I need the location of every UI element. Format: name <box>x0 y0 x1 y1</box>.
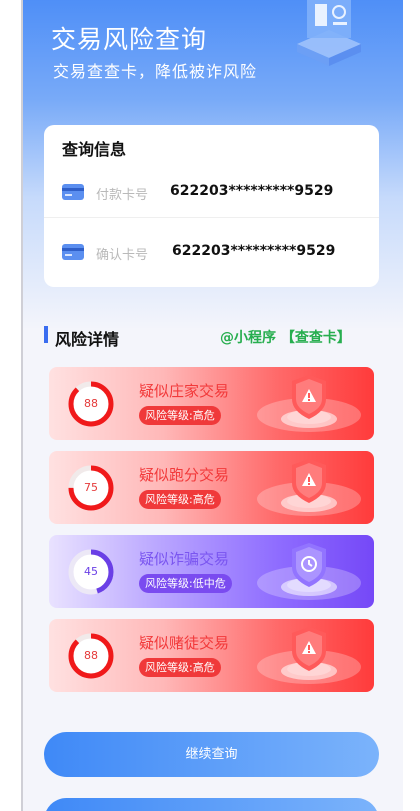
risk-level-badge: 风险等级:高危 <box>139 406 221 425</box>
risk-score-value: 75 <box>84 481 98 494</box>
continue-query-button[interactable]: 继续查询 <box>44 732 379 777</box>
confirm-card-label: 确认卡号 <box>96 248 149 263</box>
confirm-card-number: 622203*********9529 <box>172 243 336 259</box>
payment-card-number: 622203*********9529 <box>170 183 334 199</box>
risk-score-value: 45 <box>84 565 98 578</box>
warning-shield-icon <box>257 627 361 684</box>
risk-card-gambler[interactable]: 88 疑似赌徒交易 风险等级:高危 <box>49 619 374 692</box>
payment-card-row: 付款卡号 622203*********9529 <box>44 167 379 218</box>
risk-title: 疑似庄家交易 <box>139 382 230 400</box>
risk-level-badge: 风险等级:低中危 <box>139 574 232 593</box>
right-margin <box>403 0 420 811</box>
mini-program-promo[interactable]: @小程序 【查查卡】 <box>220 327 351 347</box>
risk-title: 疑似跑分交易 <box>139 466 230 484</box>
risk-card-point-run[interactable]: 75 疑似跑分交易 风险等级:高危 <box>49 451 374 524</box>
risk-score-value: 88 <box>84 397 98 410</box>
bank-card-icon <box>62 184 84 200</box>
risk-title: 疑似赌徒交易 <box>139 634 230 652</box>
payment-card-label: 付款卡号 <box>96 188 149 203</box>
clock-shield-icon <box>257 543 361 600</box>
warning-shield-icon <box>257 375 361 432</box>
page-frame: 交易风险查询 交易查查卡，降低被诈风险 查询信息 付款卡号 622203****… <box>0 0 420 811</box>
confirm-card-row: 确认卡号 622203*********9529 <box>44 227 379 277</box>
security-server-icon <box>297 0 361 66</box>
page-subtitle: 交易查查卡，降低被诈风险 <box>53 62 258 81</box>
app-screen: 交易风险查询 交易查查卡，降低被诈风险 查询信息 付款卡号 622203****… <box>23 0 403 811</box>
query-info-title: 查询信息 <box>62 140 127 159</box>
risk-title: 疑似诈骗交易 <box>139 550 230 568</box>
risk-card-dealer[interactable]: 88 疑似庄家交易 风险等级:高危 <box>49 367 374 440</box>
risk-score-value: 88 <box>84 649 98 662</box>
page-title: 交易风险查询 <box>51 25 208 54</box>
section-accent-bar <box>44 326 48 343</box>
query-info-card: 查询信息 付款卡号 622203*********9529 确认卡号 62220… <box>44 125 379 287</box>
left-margin <box>0 0 22 811</box>
risk-card-fraud[interactable]: 45 疑似诈骗交易 风险等级:低中危 <box>49 535 374 608</box>
warning-shield-icon <box>257 459 361 516</box>
risk-level-badge: 风险等级:高危 <box>139 490 221 509</box>
risk-level-badge: 风险等级:高危 <box>139 658 221 677</box>
secondary-action-button[interactable] <box>44 798 379 811</box>
risk-section-title: 风险详情 <box>55 330 120 349</box>
bank-card-icon <box>62 244 84 260</box>
